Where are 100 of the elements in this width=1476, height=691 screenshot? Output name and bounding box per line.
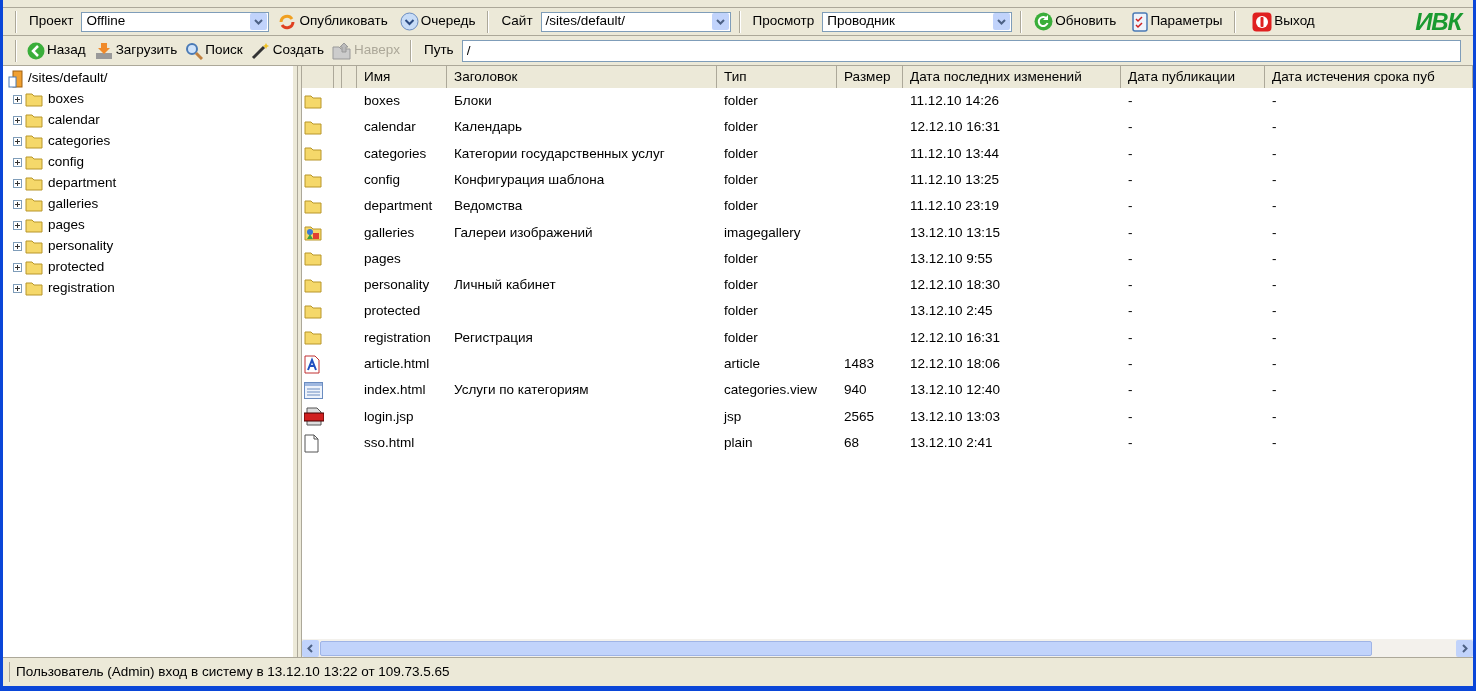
column-header[interactable]: Дата истечения срока пуб [1265,66,1473,88]
toolbar-button[interactable]: Создать [248,40,327,61]
tree-item[interactable]: config [48,152,85,173]
table-cell: folder [724,303,758,319]
exit-button[interactable]: Выход [1248,11,1319,32]
table-cell: - [1128,250,1133,266]
refresh-icon [1034,12,1054,31]
logo: ИВК [1415,9,1461,34]
table-cell: categories [364,145,427,161]
column-header[interactable]: Дата публикации [1121,66,1265,88]
toolbar-button[interactable]: Назад [25,40,88,61]
settings-button[interactable]: Параметры [1128,11,1227,32]
publish-button[interactable]: Опубликовать [273,11,392,32]
folder-icon [304,251,322,267]
shapes-icon [304,224,322,242]
tree-item[interactable]: pages [48,215,85,236]
folder-icon [25,92,43,107]
table-cell: 2565 [844,408,875,424]
view-label: Просмотр [751,12,816,31]
expand-icon[interactable] [13,284,22,293]
column-header[interactable]: Имя [357,66,447,88]
table-cell: config [364,171,401,187]
tree-root[interactable]: /sites/default/ [28,68,108,89]
scroll-right-icon[interactable] [1456,639,1473,657]
table-cell: folder [724,119,758,135]
tree-item[interactable]: calendar [48,110,100,131]
refresh-button[interactable]: Обновить [1030,11,1121,32]
table-cell: - [1272,145,1277,161]
table-cell: personality [364,277,430,293]
folder-icon [25,281,43,296]
table-cell: - [1128,93,1133,108]
tree-item[interactable]: protected [48,257,105,278]
folder-icon [25,260,43,275]
tree-item[interactable]: personality [48,236,114,257]
column-header[interactable]: Размер [837,66,903,88]
folder-icon [304,119,322,135]
table-cell: 13.12.10 9:55 [910,250,993,266]
scroll-left-icon[interactable] [302,639,319,657]
table-cell: index.html [364,382,426,398]
table-cell: 11.12.10 13:44 [910,145,1000,161]
column-header[interactable]: Тип [717,66,837,88]
project-label: Проект [28,12,75,31]
table-cell: - [1272,329,1277,345]
folder-up-icon [332,41,353,60]
table-cell: - [1128,145,1133,161]
power-icon [1252,11,1273,32]
scrollbar-thumb[interactable] [320,640,1372,656]
table-cell: - [1272,382,1277,398]
toolbar-button[interactable]: Поиск [183,40,245,61]
tree-item[interactable]: galleries [48,194,99,215]
search-icon [185,41,204,60]
jsp-file-icon [304,407,324,427]
expand-icon[interactable] [13,137,22,146]
site-tree-icon [8,69,24,88]
folder-icon [304,198,322,214]
expand-icon[interactable] [13,95,22,104]
expand-icon[interactable] [13,221,22,230]
table-cell: - [1128,382,1133,398]
table-cell: Конфигурация шаблона [454,171,605,187]
tree-item[interactable]: department [48,173,117,194]
toolbar-button[interactable]: Загрузить [91,40,180,61]
table-cell: imagegallery [724,224,801,240]
folder-icon [304,93,322,109]
path-field[interactable]: / [461,39,1461,62]
folder-icon [25,197,43,212]
horizontal-scrollbar[interactable] [302,639,1473,657]
table-cell: registration [364,329,431,345]
folder-icon [304,146,322,162]
expand-icon[interactable] [13,200,22,209]
folder-icon [25,155,43,170]
download-tray-icon [93,41,114,60]
table-cell: Регистрация [454,329,533,345]
status-text: Пользователь (Admin) вход в систему в 13.12.10 13:22 от 109.73.5.65 [9,661,450,683]
table-cell: 13.12.10 13:03 [910,408,1001,424]
table-cell: 13.12.10 13:15 [910,224,1001,240]
table-cell: 12.12.10 18:06 [910,356,1001,371]
site-dropdown[interactable]: /sites/default/ [540,11,731,32]
blank-file-icon [304,433,319,453]
table-cell: 11.12.10 23:19 [910,198,1000,214]
table-cell: Галереи изображений [454,224,593,240]
table-cell: 68 [844,434,860,450]
table-cell: jsp [724,408,742,424]
tree-item[interactable]: registration [48,278,115,299]
column-header[interactable]: Заголовок [447,66,717,88]
tree-item[interactable]: boxes [48,89,85,110]
expand-icon[interactable] [13,242,22,251]
tree-item[interactable]: categories [48,131,111,152]
column-header[interactable]: Дата последних изменений [903,66,1121,88]
queue-button[interactable]: Очередь [395,11,480,32]
table-cell: plain [724,434,753,450]
expand-icon[interactable] [13,263,22,272]
project-dropdown[interactable]: Offline [81,11,270,32]
folder-icon [304,330,322,346]
table-cell: 1483 [844,356,875,371]
expand-icon[interactable] [13,158,22,167]
table-cell: - [1272,119,1277,135]
expand-icon[interactable] [13,179,22,188]
expand-icon[interactable] [13,116,22,125]
view-dropdown[interactable]: Проводник [822,11,1013,32]
site-label: Сайт [500,12,534,31]
